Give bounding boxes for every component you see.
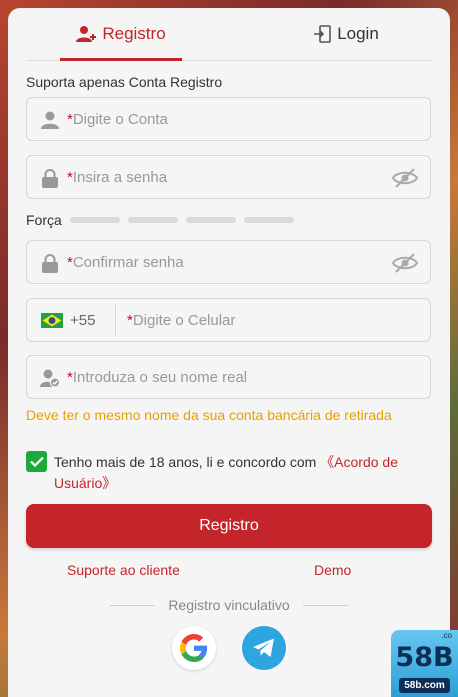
tab-register-label: Registro	[102, 24, 166, 43]
divider-line	[110, 604, 156, 606]
badge-tag: .co	[441, 631, 452, 640]
badge-main-text: 58B	[395, 642, 454, 673]
divider-label: Registro vinculativo	[168, 597, 290, 613]
bank-name-note: Deve ter o mesmo nome da sua conta bancá…	[26, 407, 392, 423]
user-verified-icon	[39, 367, 61, 389]
real-name-placeholder: *Introduza o seu nome real	[67, 369, 248, 386]
divider-line	[302, 604, 349, 606]
strength-bar	[127, 217, 178, 223]
tab-bar: Registro Login	[26, 8, 432, 61]
password-placeholder: *Insira a senha	[67, 169, 168, 186]
telegram-login-button[interactable]	[242, 626, 286, 670]
password-strength: Força	[26, 212, 294, 228]
user-icon	[39, 109, 61, 131]
password-input[interactable]: *Insira a senha	[26, 155, 431, 199]
lock-icon	[39, 167, 61, 189]
user-add-icon	[76, 26, 97, 42]
strength-bar	[185, 217, 236, 223]
customer-support-link[interactable]: Suporte ao cliente	[67, 562, 180, 578]
social-divider: Registro vinculativo	[110, 597, 349, 613]
agreement-text: Tenho mais de 18 anos, li e concordo com…	[54, 454, 398, 491]
tab-login[interactable]: Login	[286, 8, 406, 60]
google-login-button[interactable]	[172, 626, 216, 670]
phone-input[interactable]: +55 *Digite o Celular	[26, 298, 431, 342]
strength-label: Força	[26, 212, 62, 228]
eye-off-icon[interactable]	[391, 252, 419, 274]
check-icon	[29, 456, 44, 467]
strength-bar	[69, 217, 120, 223]
google-icon	[180, 634, 208, 662]
telegram-icon	[253, 638, 274, 657]
country-code[interactable]: +55	[70, 312, 95, 329]
eye-off-icon[interactable]	[391, 167, 419, 189]
strength-bar	[243, 217, 294, 223]
brazil-flag-icon[interactable]	[41, 313, 63, 328]
lock-icon	[39, 252, 61, 274]
confirm-password-input[interactable]: *Confirmar senha	[26, 240, 431, 284]
site-logo-badge: .co 58B 58b.com	[391, 630, 458, 697]
login-door-icon	[314, 25, 331, 43]
confirm-placeholder: *Confirmar senha	[67, 254, 184, 271]
phone-separator	[115, 305, 116, 335]
real-name-input[interactable]: *Introduza o seu nome real	[26, 355, 431, 399]
account-placeholder: *Digite o Conta	[67, 111, 168, 128]
tab-register[interactable]: Registro	[60, 8, 182, 61]
account-hint: Suporta apenas Conta Registro	[26, 74, 223, 90]
agree-checkbox[interactable]	[26, 451, 47, 472]
register-button[interactable]: Registro	[26, 504, 432, 548]
phone-placeholder: *Digite o Celular	[127, 312, 236, 329]
badge-domain-text: 58b.com	[399, 678, 450, 693]
register-modal: Registro Login Suporta apenas Conta Regi…	[8, 8, 450, 697]
demo-link[interactable]: Demo	[314, 562, 351, 578]
account-input[interactable]: *Digite o Conta	[26, 97, 431, 141]
tab-login-label: Login	[337, 24, 379, 43]
